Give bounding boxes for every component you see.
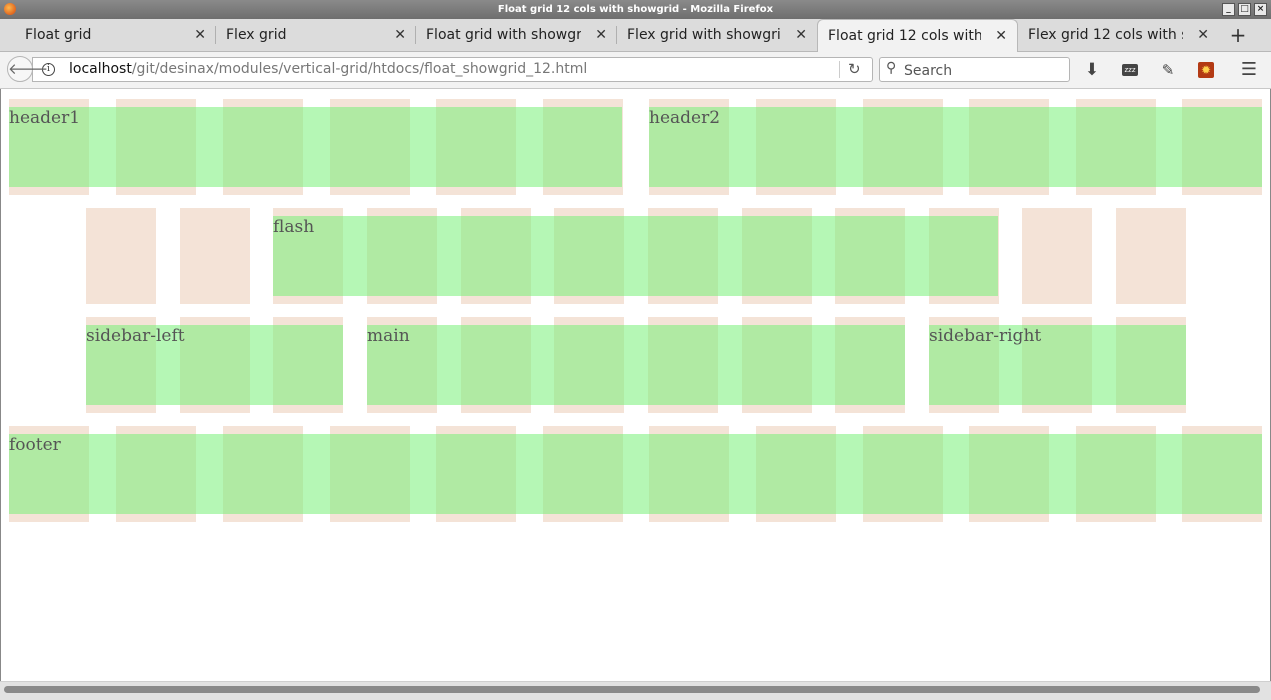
sidebar-right-label: sidebar-right: [929, 326, 1042, 346]
footer-block: footer: [9, 434, 1262, 514]
footer-row: footer: [0, 417, 1271, 527]
tab-label: Flex grid 12 cols with showgrid: [1028, 27, 1183, 43]
url-bar[interactable]: i localhost/git/desinax/modules/vertical…: [32, 57, 873, 82]
window-titlebar: Float grid 12 cols with showgrid - Mozil…: [0, 0, 1271, 19]
tab-float-grid[interactable]: Float grid ✕: [15, 19, 216, 51]
menu-icon[interactable]: ☰: [1239, 60, 1259, 80]
tab-close-icon[interactable]: ✕: [394, 19, 406, 51]
firefox-icon: [4, 3, 16, 15]
minimize-button[interactable]: _: [1222, 3, 1235, 16]
tab-label: Float grid with showgrid: [426, 27, 581, 43]
reload-icon[interactable]: ↻: [848, 58, 861, 81]
footer-label: footer: [9, 435, 61, 455]
tab-float-grid-showgrid[interactable]: Float grid with showgrid ✕: [416, 19, 617, 51]
header1-label: header1: [9, 108, 81, 128]
content-row: sidebar-left main sidebar-right: [0, 308, 1271, 418]
main-block: main: [367, 325, 905, 405]
main-label: main: [367, 326, 410, 346]
header2-label: header2: [649, 108, 721, 128]
tab-bar: Float grid ✕ Flex grid ✕ Float grid with…: [0, 19, 1271, 52]
tab-flex-grid[interactable]: Flex grid ✕: [216, 19, 416, 51]
search-box[interactable]: ⚲: [879, 57, 1070, 82]
navigation-toolbar: i localhost/git/desinax/modules/vertical…: [0, 52, 1271, 89]
tab-flex-grid-12[interactable]: Flex grid 12 cols with showgrid ✕: [1018, 19, 1219, 51]
page-content: header1 header2 flash sidebar-left main …: [0, 89, 1271, 681]
flash-row: flash: [0, 199, 1271, 309]
sidebar-right-block: sidebar-right: [929, 325, 1186, 405]
tab-close-icon[interactable]: ✕: [194, 19, 206, 51]
tab-float-grid-12-active[interactable]: Float grid 12 cols with showgrid ✕: [817, 19, 1018, 52]
search-icon: ⚲: [886, 60, 897, 76]
window-title: Float grid 12 cols with showgrid - Mozil…: [497, 4, 774, 15]
tab-label: Flex grid with showgrid: [627, 27, 781, 43]
maximize-button[interactable]: □: [1238, 3, 1251, 16]
tab-label: Float grid: [25, 27, 92, 43]
scrollbar-thumb[interactable]: [4, 686, 1260, 693]
tab-close-icon[interactable]: ✕: [1197, 19, 1209, 51]
window-frame-left: [0, 89, 1, 699]
header1-block: header1: [9, 107, 622, 187]
header2-block: header2: [649, 107, 1262, 187]
sidebar-left-label: sidebar-left: [86, 326, 185, 346]
tab-label: Flex grid: [226, 27, 287, 43]
header-row: header1 header2: [0, 89, 1271, 199]
tab-flex-grid-showgrid[interactable]: Flex grid with showgrid ✕: [617, 19, 817, 51]
download-icon[interactable]: ⬇: [1082, 60, 1102, 80]
tab-close-icon[interactable]: ✕: [595, 19, 607, 51]
new-tab-button[interactable]: +: [1224, 19, 1252, 51]
sleep-tabs-icon[interactable]: zzz: [1122, 64, 1138, 76]
horizontal-scrollbar[interactable]: [0, 681, 1271, 700]
url-text[interactable]: localhost/git/desinax/modules/vertical-g…: [69, 58, 587, 81]
tab-label: Float grid 12 cols with showgrid: [828, 28, 981, 44]
search-input[interactable]: [902, 60, 1066, 81]
close-window-button[interactable]: ×: [1254, 3, 1267, 16]
flash-label: flash: [273, 217, 315, 237]
tab-close-icon[interactable]: ✕: [795, 19, 807, 51]
addon-icon[interactable]: ✹: [1198, 62, 1214, 78]
flash-block: flash: [273, 216, 998, 296]
back-button[interactable]: 🡐: [7, 56, 48, 82]
sidebar-left-block: sidebar-left: [86, 325, 343, 405]
tab-close-icon[interactable]: ✕: [995, 20, 1007, 52]
eyedropper-icon[interactable]: ✎: [1158, 60, 1178, 80]
